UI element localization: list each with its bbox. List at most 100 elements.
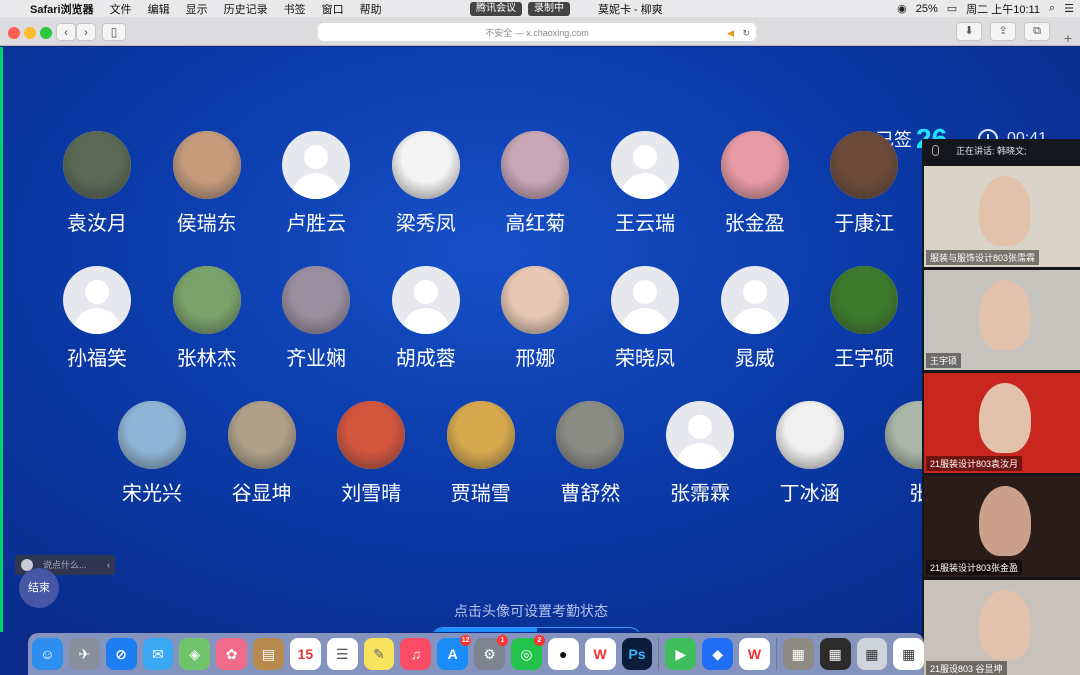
tabs-overview-button[interactable]: ⧉ xyxy=(1024,22,1050,41)
close-window-button[interactable] xyxy=(8,27,20,39)
reminders-icon[interactable]: ☰ xyxy=(326,638,358,670)
reload-icon[interactable]: ↻ xyxy=(742,23,750,43)
participant-video[interactable]: 21服设803 谷显坤 xyxy=(924,580,1080,675)
new-tab-button[interactable]: + xyxy=(1064,30,1072,46)
student-avatar[interactable] xyxy=(501,131,570,199)
student-avatar[interactable] xyxy=(63,131,131,199)
tencent-video-icon[interactable]: ▶ xyxy=(665,638,697,670)
downloads-button[interactable]: ⬇ xyxy=(956,22,982,41)
wps-office-icon[interactable]: W xyxy=(739,638,770,670)
tencent-meeting-icon[interactable]: ◆ xyxy=(702,638,733,670)
zoom-window-button[interactable] xyxy=(40,27,52,39)
student-avatar[interactable] xyxy=(720,266,789,334)
speaker-icon[interactable]: ◀ xyxy=(727,23,734,43)
wechat-icon[interactable]: ◎ 2 xyxy=(510,635,545,670)
recording-pill[interactable]: 录制中 xyxy=(528,1,570,16)
menubar-clock[interactable]: 周二 上午10:11 xyxy=(966,1,1040,17)
student-avatar[interactable] xyxy=(391,266,460,334)
now-playing[interactable]: 莫妮卡 - 柳爽 xyxy=(598,1,663,17)
wps-icon[interactable]: W xyxy=(584,638,616,670)
menu-file[interactable]: 文件 xyxy=(102,1,140,17)
control-center-icon[interactable]: ☰ xyxy=(1064,2,1074,15)
student-avatar[interactable] xyxy=(830,266,899,334)
student-card[interactable]: 张金盈 xyxy=(705,131,805,236)
student-avatar[interactable] xyxy=(720,131,789,199)
maps-icon[interactable]: ◈ xyxy=(179,638,211,670)
photos-icon[interactable]: ✿ xyxy=(216,638,248,670)
student-avatar[interactable] xyxy=(63,266,131,334)
notes-icon[interactable]: ✎ xyxy=(363,638,395,670)
finder-icon[interactable]: ☺ xyxy=(32,638,63,670)
student-card[interactable]: 王宇硕 xyxy=(814,266,914,371)
menu-edit[interactable]: 编辑 xyxy=(140,1,178,17)
menu-window[interactable]: 窗口 xyxy=(314,1,352,17)
tab-unsigned[interactable]: 未签 xyxy=(537,628,643,632)
student-card[interactable]: 王云瑞 xyxy=(595,131,695,236)
student-card[interactable]: 孙福笑 xyxy=(47,266,147,371)
student-avatar[interactable] xyxy=(227,401,296,469)
student-card[interactable]: 邢娜 xyxy=(485,266,585,371)
back-button[interactable]: ‹ xyxy=(56,23,76,41)
address-bar[interactable]: 不安全 — x.chaoxing.com ◀ ↻ xyxy=(318,23,756,41)
student-avatar[interactable] xyxy=(611,131,679,199)
participant-video[interactable]: 服装与服饰设计803张霈霖 xyxy=(924,166,1080,267)
student-avatar[interactable] xyxy=(501,266,570,334)
forward-button[interactable]: › xyxy=(76,23,96,41)
minimize-window-button[interactable] xyxy=(24,27,36,39)
student-card[interactable]: 谷显坤 xyxy=(212,401,312,506)
participant-video[interactable]: 21服装设计803张金盈 xyxy=(924,476,1080,577)
menu-view[interactable]: 显示 xyxy=(178,1,216,17)
student-card[interactable]: 袁汝月 xyxy=(47,131,147,236)
recent-window-1-icon[interactable]: ▦ xyxy=(782,638,814,670)
app-store-icon[interactable]: A 12 xyxy=(437,635,472,670)
photoshop-icon[interactable]: Ps xyxy=(621,638,653,670)
qq-icon[interactable]: ● xyxy=(547,638,579,670)
student-card[interactable]: 贾瑞雪 xyxy=(431,401,531,506)
student-avatar[interactable] xyxy=(556,401,625,469)
collapse-arrow-icon[interactable]: ‹ xyxy=(107,555,110,575)
messages-icon[interactable]: ✉ xyxy=(142,638,174,670)
student-card[interactable]: 荣晓凤 xyxy=(595,266,695,371)
student-card[interactable]: 梁秀凤 xyxy=(376,131,476,236)
tab-signed[interactable]: 已签 xyxy=(431,628,537,632)
student-avatar[interactable] xyxy=(282,131,351,199)
student-card[interactable]: 胡成蓉 xyxy=(376,266,476,371)
participant-video[interactable]: 王宇硕 xyxy=(924,270,1080,370)
end-meeting-button[interactable]: 结束 xyxy=(19,568,59,608)
sidebar-toggle-button[interactable]: ▯ xyxy=(102,23,126,41)
student-card[interactable]: 曹舒然 xyxy=(540,401,640,506)
student-card[interactable]: 刘雪晴 xyxy=(321,401,421,506)
menu-bookmarks[interactable]: 书签 xyxy=(276,1,314,17)
search-icon[interactable]: ⌕ xyxy=(1049,2,1055,15)
recent-window-2-icon[interactable]: ▦ xyxy=(819,638,851,670)
student-card[interactable]: 张林杰 xyxy=(157,266,257,371)
student-card[interactable]: 卢胜云 xyxy=(266,131,366,236)
share-button[interactable]: ⇪ xyxy=(990,22,1016,41)
student-card[interactable]: 晁威 xyxy=(705,266,805,371)
safari-icon[interactable]: ⊘ xyxy=(105,638,137,670)
student-avatar[interactable] xyxy=(666,401,734,469)
launchpad-icon[interactable]: ✈ xyxy=(68,638,100,670)
student-card[interactable]: 宋光兴 xyxy=(102,401,202,506)
student-avatar[interactable] xyxy=(172,266,241,334)
menu-history[interactable]: 历史记录 xyxy=(216,1,276,17)
wifi-icon[interactable]: ◉ xyxy=(897,2,907,15)
student-card[interactable]: 张霈霖 xyxy=(650,401,750,506)
student-card[interactable]: 齐业娴 xyxy=(266,266,366,371)
student-card[interactable]: 丁冰涵 xyxy=(760,401,860,506)
student-avatar[interactable] xyxy=(172,131,241,199)
student-avatar[interactable] xyxy=(611,266,679,334)
student-avatar[interactable] xyxy=(118,401,186,469)
student-avatar[interactable] xyxy=(830,131,899,199)
student-card[interactable]: 于康江 xyxy=(814,131,914,236)
student-card[interactable]: 高红菊 xyxy=(485,131,585,236)
participant-video[interactable]: 21服装设计803袁汝月 xyxy=(924,373,1080,473)
student-avatar[interactable] xyxy=(337,401,406,469)
calendar-icon[interactable]: 15 xyxy=(289,638,321,670)
recent-window-3-icon[interactable]: ▦ xyxy=(856,638,888,670)
settings-icon[interactable]: ⚙ 1 xyxy=(474,635,508,670)
student-avatar[interactable] xyxy=(282,266,351,334)
student-avatar[interactable] xyxy=(775,401,844,469)
contacts-icon[interactable]: ▤ xyxy=(253,638,284,670)
battery-level[interactable]: 25% xyxy=(916,3,938,15)
